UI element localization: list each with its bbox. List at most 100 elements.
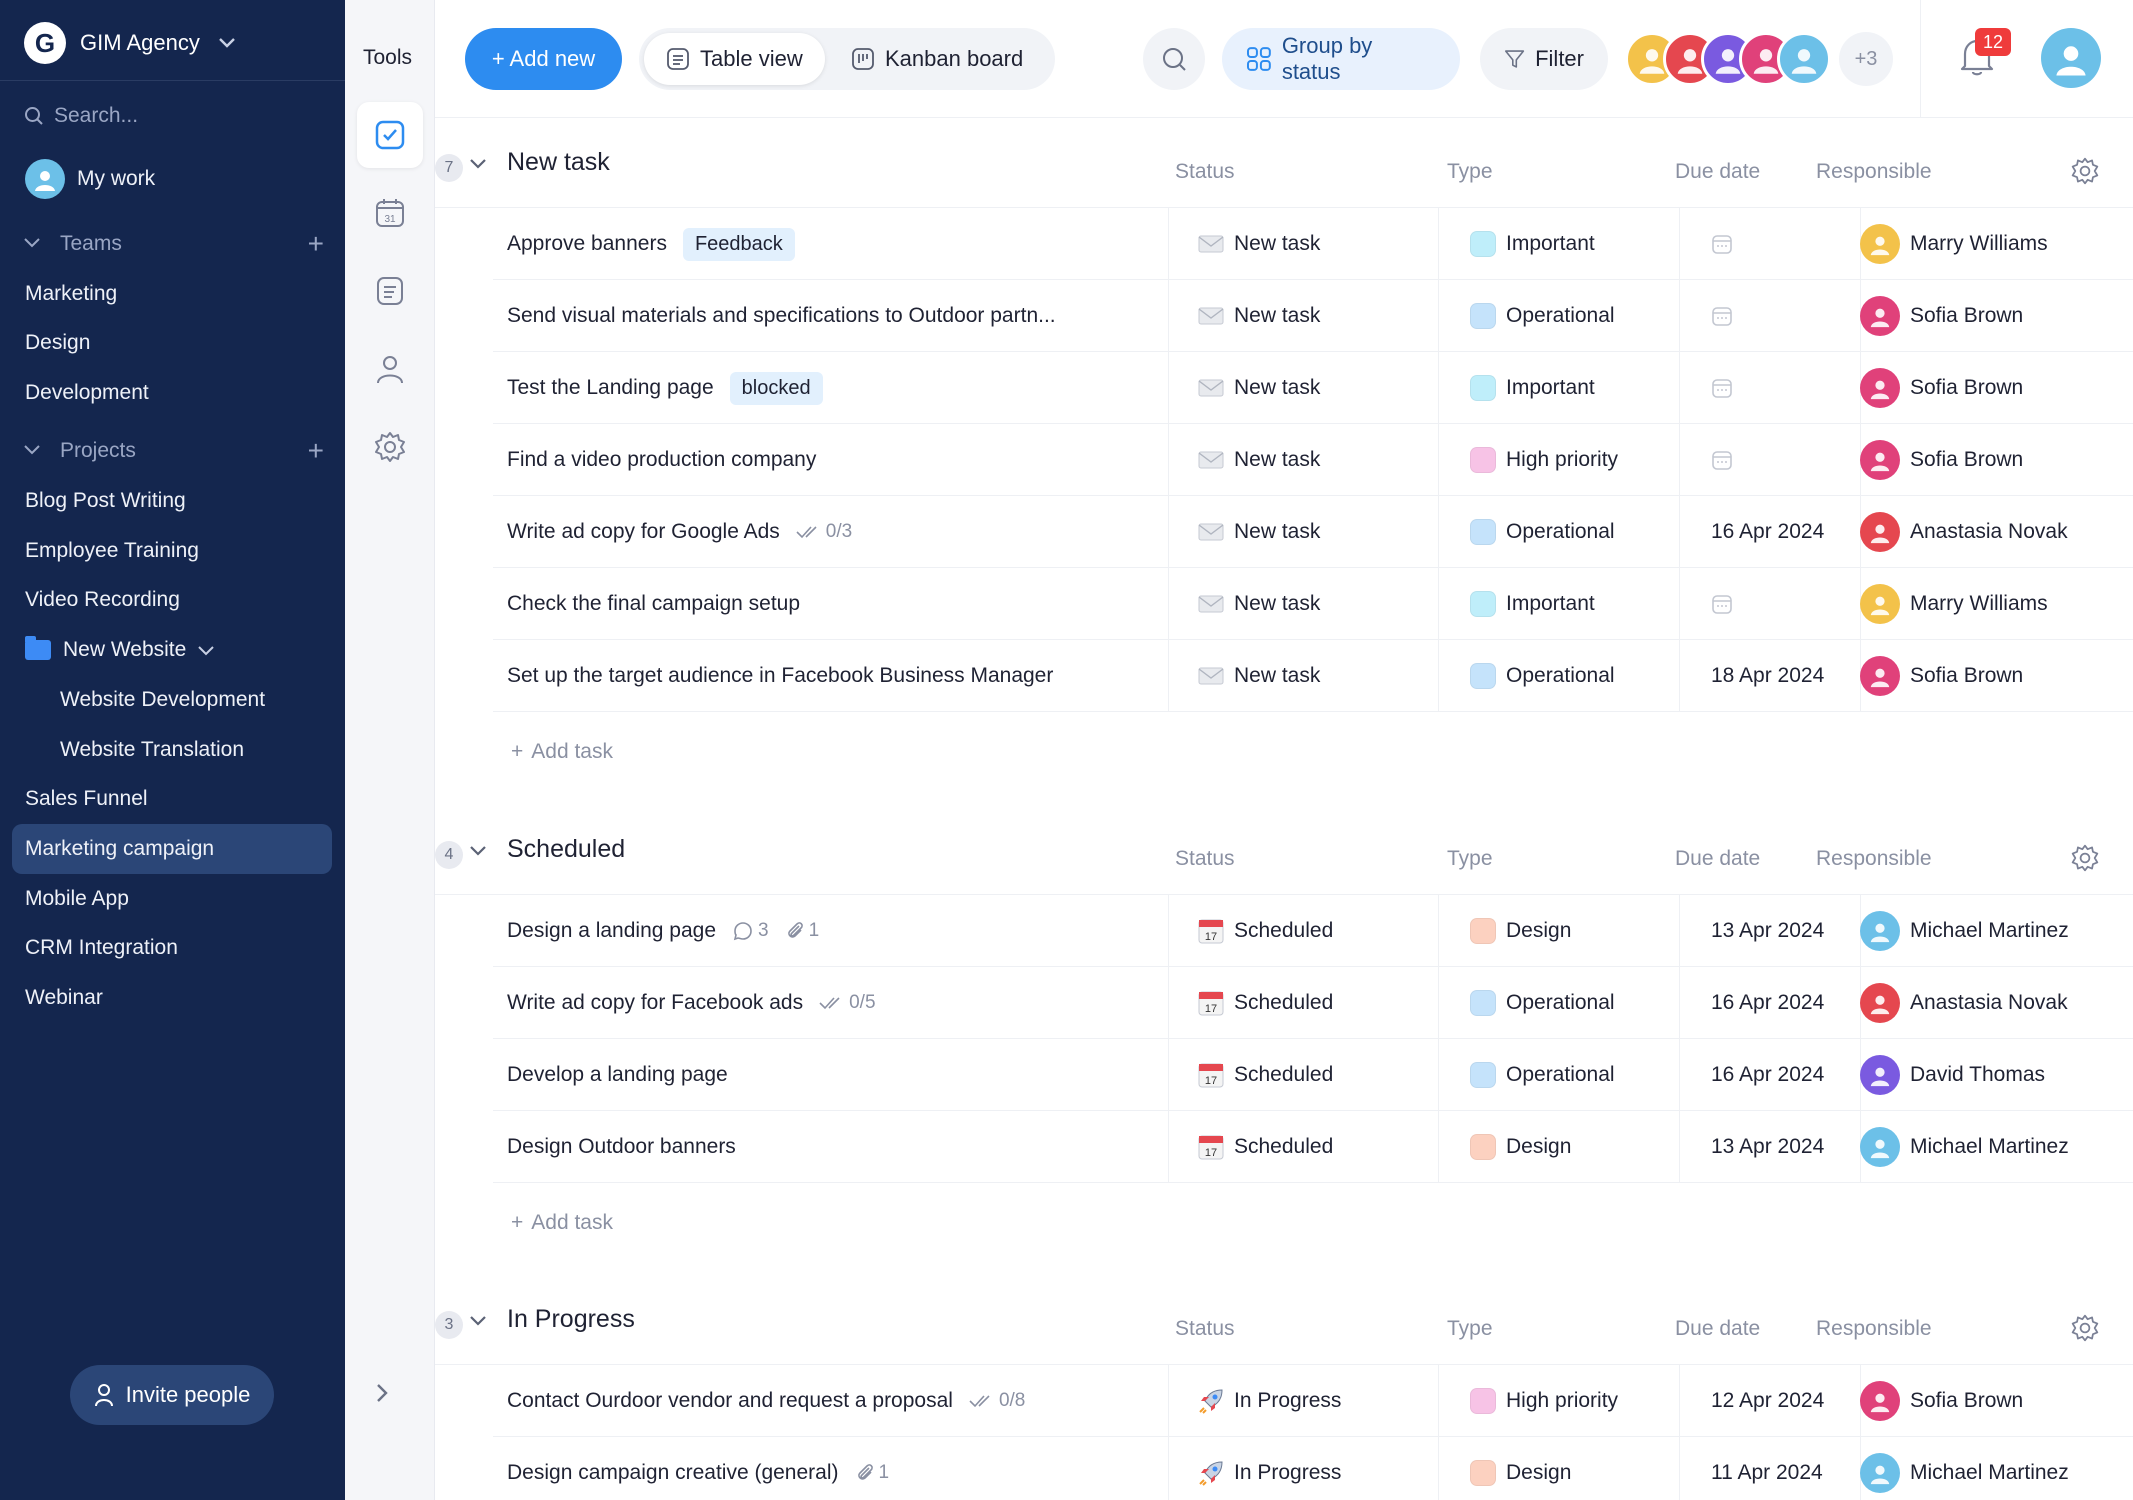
add-new-button[interactable]: + Add new [465, 28, 622, 90]
table-row[interactable]: Write ad copy for Facebook ads 0/5 17 Sched… [493, 967, 2133, 1039]
status-cell[interactable]: New task [1198, 280, 1320, 352]
type-cell[interactable]: High priority [1470, 424, 1618, 496]
table-row[interactable]: Write ad copy for Google Ads 0/3 New task O… [493, 496, 2133, 568]
task-name[interactable]: Set up the target audience in Facebook B… [507, 664, 1053, 688]
responsible-cell[interactable]: Anastasia Novak [1860, 496, 2068, 568]
type-cell[interactable]: Design [1470, 1111, 1571, 1183]
status-cell[interactable]: 17 Scheduled [1198, 1111, 1333, 1183]
table-row[interactable]: Design Outdoor banners 17 Scheduled Design 1… [493, 1111, 2133, 1183]
chevron-right-icon[interactable] [375, 1380, 389, 1411]
type-cell[interactable]: High priority [1470, 1365, 1618, 1437]
team-members[interactable]: +3 [1625, 30, 1893, 88]
type-cell[interactable]: Operational [1470, 640, 1615, 712]
table-row[interactable]: Develop a landing page 17 Scheduled Operati… [493, 1039, 2133, 1111]
sidebar-item-team[interactable]: Marketing [12, 269, 332, 319]
responsible-cell[interactable]: Marry Williams [1860, 208, 2048, 280]
type-cell[interactable]: Design [1470, 1437, 1571, 1500]
status-cell[interactable]: In Progress [1198, 1437, 1341, 1500]
table-row[interactable]: Approve banners Feedback New task Important… [493, 208, 2133, 280]
column-header-responsible[interactable]: Responsible [1816, 160, 1932, 184]
type-cell[interactable]: Important [1470, 568, 1595, 640]
task-name[interactable]: Contact Ourdoor vendor and request a pro… [507, 1389, 953, 1413]
status-cell[interactable]: In Progress [1198, 1365, 1341, 1437]
responsible-cell[interactable]: Sofia Brown [1860, 280, 2023, 352]
task-name-cell[interactable]: Write ad copy for Facebook ads 0/5 [507, 967, 1107, 1039]
task-name-cell[interactable]: Approve banners Feedback [507, 208, 1107, 280]
tasks-tool-button[interactable] [357, 102, 423, 168]
sidebar-item-subproject[interactable]: Website Development [12, 675, 332, 725]
settings-tool-button[interactable] [357, 414, 423, 480]
responsible-cell[interactable]: David Thomas [1860, 1039, 2045, 1111]
type-cell[interactable]: Operational [1470, 496, 1615, 568]
group-title[interactable]: In Progress [507, 1305, 635, 1334]
type-cell[interactable]: Operational [1470, 1039, 1615, 1111]
sidebar-item-project[interactable]: CRM Integration [12, 923, 332, 973]
sidebar-item-my-work[interactable]: My work [12, 154, 332, 204]
table-row[interactable]: Send visual materials and specifications… [493, 280, 2133, 352]
settings-icon[interactable] [2070, 156, 2100, 191]
task-name[interactable]: Write ad copy for Facebook ads [507, 991, 803, 1015]
due-date-cell[interactable]: 13 Apr 2024 [1711, 1111, 1824, 1183]
due-date-cell[interactable] [1711, 280, 1733, 352]
sidebar-item-project[interactable]: Video Recording [12, 575, 332, 625]
task-name-cell[interactable]: Write ad copy for Google Ads 0/3 [507, 496, 1107, 568]
due-date-cell[interactable]: 16 Apr 2024 [1711, 967, 1824, 1039]
due-date-cell[interactable]: 11 Apr 2024 [1711, 1437, 1823, 1500]
type-cell[interactable]: Important [1470, 352, 1595, 424]
column-header-due-date[interactable]: Due date [1675, 160, 1760, 184]
status-cell[interactable]: New task [1198, 568, 1320, 640]
calendar-tool-button[interactable]: 31 [357, 180, 423, 246]
more-members-badge[interactable]: +3 [1839, 32, 1893, 86]
filter-button[interactable]: Filter [1480, 28, 1608, 90]
responsible-cell[interactable]: Michael Martinez [1860, 895, 2069, 967]
table-row[interactable]: Set up the target audience in Facebook B… [493, 640, 2133, 712]
settings-icon[interactable] [2070, 843, 2100, 878]
sidebar-item-project[interactable]: Blog Post Writing [12, 476, 332, 526]
status-cell[interactable]: New task [1198, 640, 1320, 712]
task-name-cell[interactable]: Develop a landing page [507, 1039, 1107, 1111]
group-title[interactable]: New task [507, 148, 610, 177]
table-row[interactable]: Find a video production company New task H… [493, 424, 2133, 496]
avatar[interactable] [1777, 32, 1831, 86]
responsible-cell[interactable]: Sofia Brown [1860, 1365, 2023, 1437]
chevron-down-icon[interactable] [469, 1311, 487, 1332]
task-name-cell[interactable]: Design Outdoor banners [507, 1111, 1107, 1183]
due-date-cell[interactable] [1711, 352, 1733, 424]
sidebar-item-project[interactable]: Mobile App [12, 874, 332, 924]
column-header-due-date[interactable]: Due date [1675, 1317, 1760, 1341]
table-view-tab[interactable]: Table view [644, 33, 825, 85]
task-name-cell[interactable]: Check the final campaign setup [507, 568, 1107, 640]
column-header-type[interactable]: Type [1447, 160, 1493, 184]
task-name[interactable]: Write ad copy for Google Ads [507, 520, 780, 544]
task-name[interactable]: Design campaign creative (general) [507, 1461, 839, 1485]
task-tag[interactable]: blocked [729, 371, 823, 405]
due-date-cell[interactable] [1711, 568, 1733, 640]
due-date-cell[interactable]: 16 Apr 2024 [1711, 496, 1824, 568]
due-date-cell[interactable]: 16 Apr 2024 [1711, 1039, 1824, 1111]
sidebar-search[interactable]: Search... [24, 104, 138, 128]
people-tool-button[interactable] [357, 336, 423, 402]
invite-people-button[interactable]: Invite people [70, 1365, 274, 1425]
responsible-cell[interactable]: Marry Williams [1860, 568, 2048, 640]
status-cell[interactable]: New task [1198, 352, 1320, 424]
sidebar-item-team[interactable]: Development [12, 368, 332, 418]
group-title[interactable]: Scheduled [507, 835, 625, 864]
column-header-status[interactable]: Status [1175, 1317, 1235, 1341]
task-name[interactable]: Design a landing page [507, 919, 716, 943]
column-header-due-date[interactable]: Due date [1675, 847, 1760, 871]
status-cell[interactable]: New task [1198, 496, 1320, 568]
chevron-down-icon[interactable] [469, 841, 487, 862]
task-name[interactable]: Approve banners [507, 232, 667, 256]
type-cell[interactable]: Operational [1470, 280, 1615, 352]
task-name[interactable]: Find a video production company [507, 448, 816, 472]
sidebar-item-project-active[interactable]: Marketing campaign [12, 824, 332, 874]
task-name-cell[interactable]: Set up the target audience in Facebook B… [507, 640, 1107, 712]
table-row[interactable]: Test the Landing page blocked New task Impo… [493, 352, 2133, 424]
task-tag[interactable]: Feedback [682, 227, 795, 261]
responsible-cell[interactable]: Anastasia Novak [1860, 967, 2068, 1039]
table-row[interactable]: Design a landing page 3 1 17 Scheduled Design… [493, 895, 2133, 967]
task-name[interactable]: Test the Landing page [507, 376, 714, 400]
kanban-board-tab[interactable]: Kanban board [829, 33, 1045, 85]
table-row[interactable]: Contact Ourdoor vendor and request a pro… [493, 1365, 2133, 1437]
task-name[interactable]: Design Outdoor banners [507, 1135, 736, 1159]
